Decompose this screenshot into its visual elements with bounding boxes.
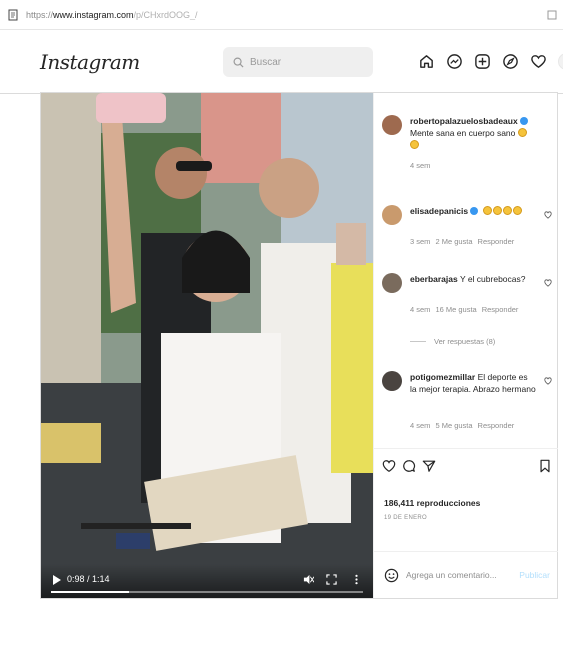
caption-text: robertopalazuelosbadeaux Mente sana en c…: [410, 115, 536, 151]
clapping-emoji-icon: [512, 206, 522, 215]
more-options-icon[interactable]: [351, 574, 362, 585]
instagram-top-nav: Instagram Buscar: [0, 30, 563, 94]
view-replies-label: Ver respuestas (8): [434, 337, 496, 346]
comment-reply-link[interactable]: Responder: [478, 421, 515, 430]
verified-badge-icon: [470, 207, 479, 215]
publish-button[interactable]: Publicar: [519, 570, 550, 580]
activity-heart-icon[interactable]: [530, 53, 547, 70]
comment-text: eberbarajas Y el cubrebocas?: [410, 273, 536, 285]
comment-meta: 4 sem 16 Me gusta Responder: [410, 305, 523, 314]
video-player[interactable]: 0:98 / 1:14: [41, 93, 373, 598]
search-input[interactable]: Buscar: [223, 47, 373, 77]
page-icon: [8, 9, 18, 20]
save-bookmark-icon[interactable]: [538, 459, 552, 473]
profile-avatar[interactable]: [558, 53, 563, 70]
comment-username[interactable]: elisadepanicis: [410, 206, 468, 216]
view-replies-link[interactable]: Ver respuestas (8): [410, 337, 495, 346]
clapping-emoji-icon: [482, 206, 492, 215]
fullscreen-icon[interactable]: [326, 574, 337, 585]
play-icon[interactable]: [53, 575, 61, 585]
comment-time: 4 sem: [410, 421, 431, 430]
emoji-icon[interactable]: [384, 568, 399, 583]
avatar[interactable]: [382, 273, 402, 293]
comment-likes[interactable]: 2 Me gusta: [435, 237, 472, 246]
video-progress-fill: [51, 591, 129, 593]
caption-username[interactable]: robertopalazuelosbadeaux: [410, 116, 518, 126]
comment-reply-link[interactable]: Responder: [482, 305, 519, 314]
comment-like-heart-icon[interactable]: [544, 279, 552, 287]
comment-likes[interactable]: 5 Me gusta: [435, 421, 472, 430]
flexed-biceps-emoji-icon: [517, 128, 527, 137]
comment-text: elisadepanicis: [410, 205, 536, 217]
caption-body: Mente sana en cuerpo sano: [410, 128, 516, 138]
video-controls: 0:98 / 1:14: [41, 564, 373, 598]
comment-username[interactable]: potigomezmillar: [410, 372, 475, 382]
explore-icon[interactable]: [502, 53, 519, 70]
comment-like-heart-icon[interactable]: [544, 377, 552, 385]
view-count[interactable]: 186,411 reproducciones: [384, 498, 480, 508]
caption-time: 4 sem: [410, 161, 431, 170]
new-post-icon[interactable]: [474, 53, 491, 70]
url-host: www.instagram.com: [53, 9, 134, 20]
post-side-panel: robertopalazuelosbadeaux Mente sana en c…: [373, 93, 558, 598]
like-heart-icon[interactable]: [382, 459, 396, 473]
comment-icon[interactable]: [402, 459, 416, 473]
caption-meta: 4 sem: [410, 161, 435, 170]
messenger-icon[interactable]: [446, 53, 463, 70]
url-field[interactable]: https://www.instagram.com/p/CHxrdOOG_/: [26, 10, 198, 20]
clapping-emoji-icon: [502, 206, 512, 215]
comment-meta: 3 sem 2 Me gusta Responder: [410, 237, 519, 246]
search-icon: [233, 57, 244, 68]
url-scheme: https://: [26, 9, 54, 20]
search-placeholder: Buscar: [250, 56, 282, 68]
flexed-biceps-emoji-icon: [410, 140, 419, 149]
url-path: /p/CHxrdOOG_/: [133, 9, 198, 20]
comment-likes[interactable]: 16 Me gusta: [435, 305, 476, 314]
mute-icon[interactable]: [303, 574, 314, 585]
nav-icons: [418, 53, 563, 70]
comment-body: Y el cubrebocas?: [459, 274, 526, 284]
comment-reply-link[interactable]: Responder: [478, 237, 515, 246]
instagram-logo[interactable]: Instagram: [40, 50, 140, 74]
comment-time: 4 sem: [410, 305, 431, 314]
video-time: 0:98 / 1:14: [67, 574, 110, 584]
verified-badge-icon: [519, 117, 528, 125]
comment-username[interactable]: eberbarajas: [410, 274, 458, 284]
post-date: 19 DE ENERO: [384, 515, 427, 521]
avatar[interactable]: [382, 205, 402, 225]
video-frame-image: [41, 93, 373, 598]
replies-divider: [410, 341, 426, 342]
comment-input[interactable]: Agrega un comentario...: [406, 570, 497, 580]
comment-time: 3 sem: [410, 237, 431, 246]
comment-meta: 4 sem 5 Me gusta Responder: [410, 421, 519, 430]
post-actions: 186,411 reproducciones 19 DE ENERO Agreg…: [374, 448, 558, 598]
share-icon[interactable]: [422, 459, 436, 473]
comment-text: potigomezmillar El deporte es la mejor t…: [410, 371, 536, 395]
comment-composer: Agrega un comentario... Publicar: [374, 551, 558, 599]
avatar[interactable]: [382, 115, 402, 135]
avatar[interactable]: [382, 371, 402, 391]
browser-address-bar: https://www.instagram.com/p/CHxrdOOG_/: [0, 0, 563, 30]
extension-icon[interactable]: [547, 9, 557, 21]
video-progress-bar[interactable]: [51, 591, 363, 593]
home-icon[interactable]: [418, 53, 435, 70]
clapping-emoji-icon: [492, 206, 502, 215]
post-card: 0:98 / 1:14 robertopalazuelosbadeaux Men…: [40, 92, 558, 599]
comment-like-heart-icon[interactable]: [544, 211, 552, 219]
